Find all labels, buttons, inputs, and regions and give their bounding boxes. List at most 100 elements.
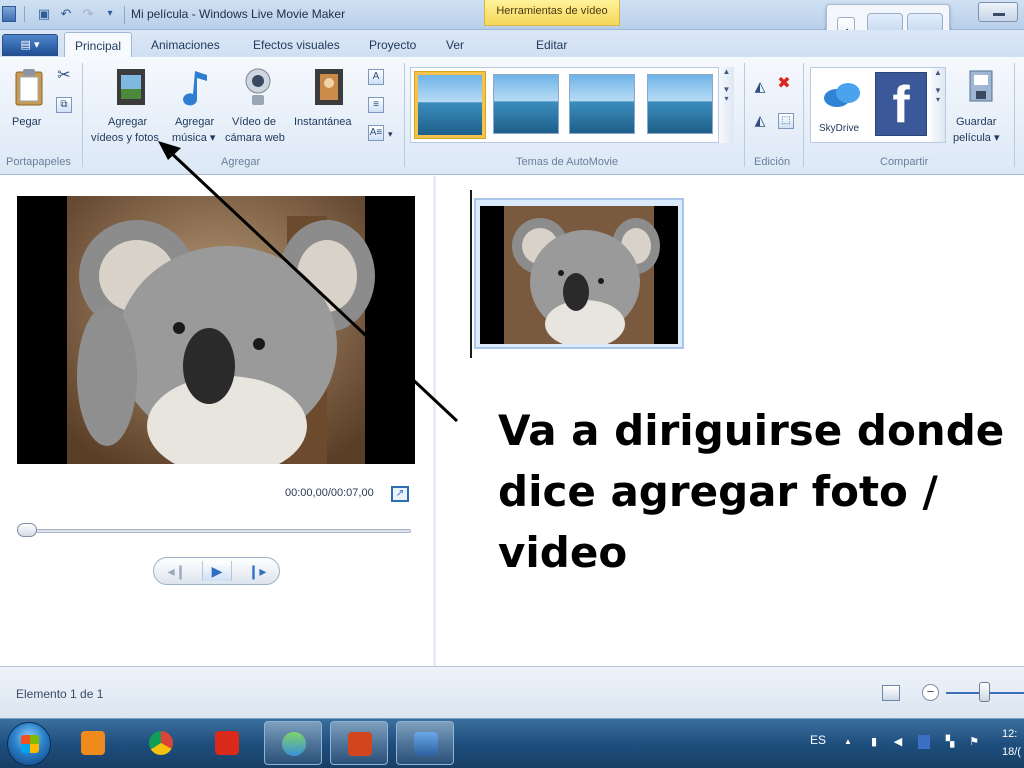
next-frame-icon[interactable]: ❙▸ (242, 561, 272, 581)
add-music-icon[interactable] (183, 67, 211, 109)
group-label-agregar: Agregar (221, 156, 261, 168)
add-music-label-2[interactable]: música ▾ (172, 131, 215, 145)
webcam-video-label-1[interactable]: Vídeo de (232, 115, 276, 129)
add-caption-icon[interactable]: ≡ (368, 97, 384, 113)
save-movie-label-2[interactable]: película ▾ (953, 131, 1000, 145)
title-separator (124, 6, 125, 24)
automovie-theme-gallery (410, 67, 734, 143)
rotate-icon[interactable]: ◭ (752, 113, 768, 129)
credits-dropdown-icon[interactable]: ▾ (388, 127, 393, 141)
koala-photo (17, 196, 415, 464)
copy-icon[interactable]: ⧉ (56, 97, 72, 113)
system-clock[interactable]: 12: 18/( (1002, 725, 1021, 761)
play-icon[interactable]: ▶ (202, 561, 232, 581)
customize-quick-access-icon[interactable]: ▾ (102, 6, 118, 22)
context-tab-header: Herramientas de vídeo (484, 0, 620, 26)
theme-gallery-scrollbar[interactable]: ▲ ▼ ▾ (718, 67, 734, 143)
storyboard-playhead[interactable] (470, 190, 472, 358)
add-videos-photos-label-1[interactable]: Agregar (108, 115, 147, 129)
paste-icon[interactable] (14, 67, 44, 107)
skydrive-icon[interactable] (821, 78, 863, 110)
add-title-icon[interactable]: A (368, 69, 384, 85)
tab-ver[interactable]: Ver (446, 38, 464, 52)
taskbar-outlook[interactable] (64, 721, 122, 765)
taskbar-movie-maker[interactable] (396, 721, 454, 765)
add-videos-photos-icon[interactable] (115, 67, 147, 107)
thumbnail-size-icon[interactable] (882, 685, 900, 701)
clock-date: 18/( (1002, 746, 1021, 758)
add-videos-photos-label-2[interactable]: vídeos y fotos (91, 131, 159, 145)
add-music-label-1[interactable]: Agregar (175, 115, 214, 129)
tab-editar[interactable]: Editar (536, 38, 567, 52)
cut-icon[interactable]: ✂ (56, 68, 72, 85)
add-credits-icon[interactable]: A≡ (368, 125, 384, 141)
zoom-out-icon[interactable]: − (922, 684, 939, 701)
minimize-icon (993, 13, 1005, 16)
powerpoint-icon (348, 732, 372, 756)
save-movie-label-1[interactable]: Guardar (956, 115, 996, 129)
seek-bar[interactable] (17, 529, 411, 533)
snapshot-icon[interactable] (313, 67, 345, 107)
share-gallery: SkyDrive f ▲ ▼ ▾ (810, 67, 946, 143)
ribbon-tabs: ▤ ▾ Principal Animaciones Efectos visual… (0, 30, 1024, 58)
facebook-icon[interactable]: f (875, 72, 927, 136)
tab-efectos-visuales[interactable]: Efectos visuales (253, 38, 340, 52)
time-readout: 00:00,00/00:07,00 (285, 487, 374, 499)
webcam-icon[interactable] (243, 65, 273, 109)
trim-icon[interactable]: ◭ (752, 79, 768, 95)
video-preview[interactable] (17, 196, 415, 464)
group-label-edicion: Edición (754, 156, 791, 168)
group-separator (404, 63, 405, 167)
skydrive-label[interactable]: SkyDrive (819, 122, 859, 136)
theme-thumbnail-default[interactable] (415, 72, 485, 138)
group-separator (744, 63, 745, 167)
windows-logo-icon (21, 735, 39, 753)
tab-principal[interactable]: Principal (64, 32, 133, 58)
group-separator (803, 63, 804, 167)
select-all-icon[interactable]: ⬚ (778, 113, 794, 129)
storyboard-clip[interactable] (474, 198, 684, 349)
redo-icon[interactable]: ↷ (80, 6, 96, 22)
instruction-annotation: Va a diriguirse donde dice agregar foto … (498, 406, 1005, 577)
save-movie-icon[interactable] (966, 67, 996, 107)
snapshot-label[interactable]: Instantánea (294, 115, 352, 129)
taskbar-powerpoint[interactable] (330, 721, 388, 765)
flag-icon[interactable]: ⚑ (968, 735, 980, 749)
action-center-icon[interactable] (918, 735, 930, 749)
tab-animaciones[interactable]: Animaciones (151, 38, 220, 52)
chrome-icon (149, 731, 173, 755)
outlook-icon (81, 731, 105, 755)
tab-proyecto[interactable]: Proyecto (369, 38, 416, 52)
group-label-portapapeles: Portapapeles (6, 156, 71, 168)
zoom-slider-handle[interactable] (979, 682, 990, 702)
language-indicator[interactable]: ES (810, 733, 826, 747)
save-icon[interactable]: ▣ (36, 6, 52, 22)
battery-icon[interactable]: ▮ (868, 735, 880, 749)
seek-handle[interactable] (17, 523, 37, 537)
application-menu-button[interactable]: ▤ ▾ (2, 34, 58, 56)
remove-icon[interactable]: ✖ (776, 76, 792, 93)
group-separator (82, 63, 83, 167)
window-title: Mi película - Windows Live Movie Maker (131, 7, 346, 21)
status-bar: Elemento 1 de 1 − (0, 666, 1024, 718)
movie-maker-app-icon[interactable] (2, 6, 16, 22)
minimize-button[interactable] (978, 2, 1018, 22)
quick-access-separator (24, 6, 25, 22)
taskbar-media-player[interactable] (198, 721, 256, 765)
share-gallery-scrollbar[interactable]: ▲ ▼ ▾ (931, 68, 945, 142)
theme-thumbnail-fade[interactable] (569, 74, 635, 134)
webcam-video-label-2[interactable]: cámara web (225, 131, 285, 145)
ribbon: Pegar ✂ ⧉ Portapapeles Agregar vídeos y … (0, 57, 1024, 175)
theme-thumbnail-cinematic[interactable] (647, 74, 713, 134)
previous-frame-icon[interactable]: ◂❙ (162, 561, 192, 581)
paste-button-label[interactable]: Pegar (12, 115, 41, 129)
network-icon[interactable]: ▚ (944, 735, 956, 749)
show-hidden-icons-icon[interactable]: ▲ (842, 735, 854, 749)
volume-icon[interactable]: ◀ (892, 735, 904, 749)
taskbar-chrome[interactable] (132, 721, 190, 765)
undo-icon[interactable]: ↶ (58, 6, 74, 22)
theme-thumbnail-contemporary[interactable] (493, 74, 559, 134)
start-button[interactable] (7, 722, 51, 766)
fullscreen-icon[interactable]: ↗ (391, 486, 409, 502)
taskbar-messenger[interactable] (264, 721, 322, 765)
